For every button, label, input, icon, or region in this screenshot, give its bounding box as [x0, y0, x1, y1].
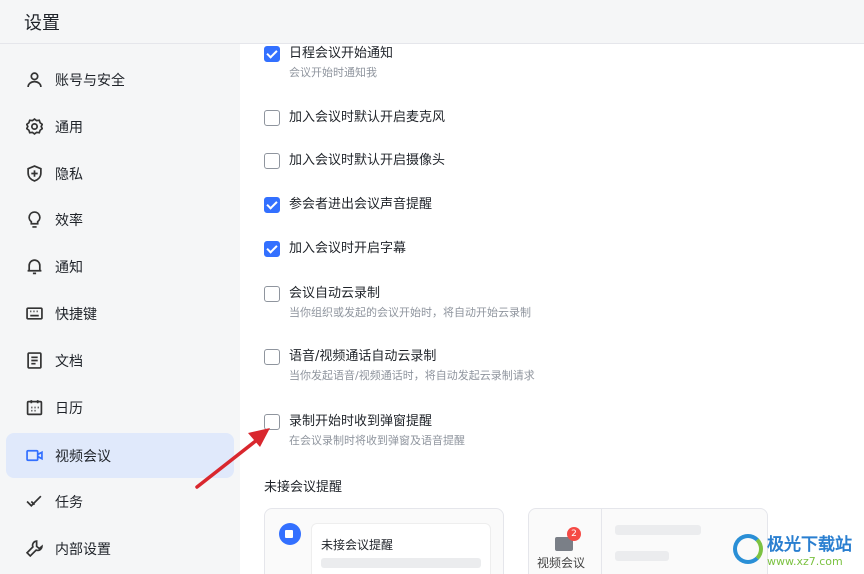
annotation-arrow [195, 428, 270, 489]
watermark-name: 极光下载站 [767, 535, 852, 555]
watermark-logo: 极光下载站 www.xz7.com [733, 530, 852, 568]
watermark-url: www.xz7.com [767, 555, 843, 568]
